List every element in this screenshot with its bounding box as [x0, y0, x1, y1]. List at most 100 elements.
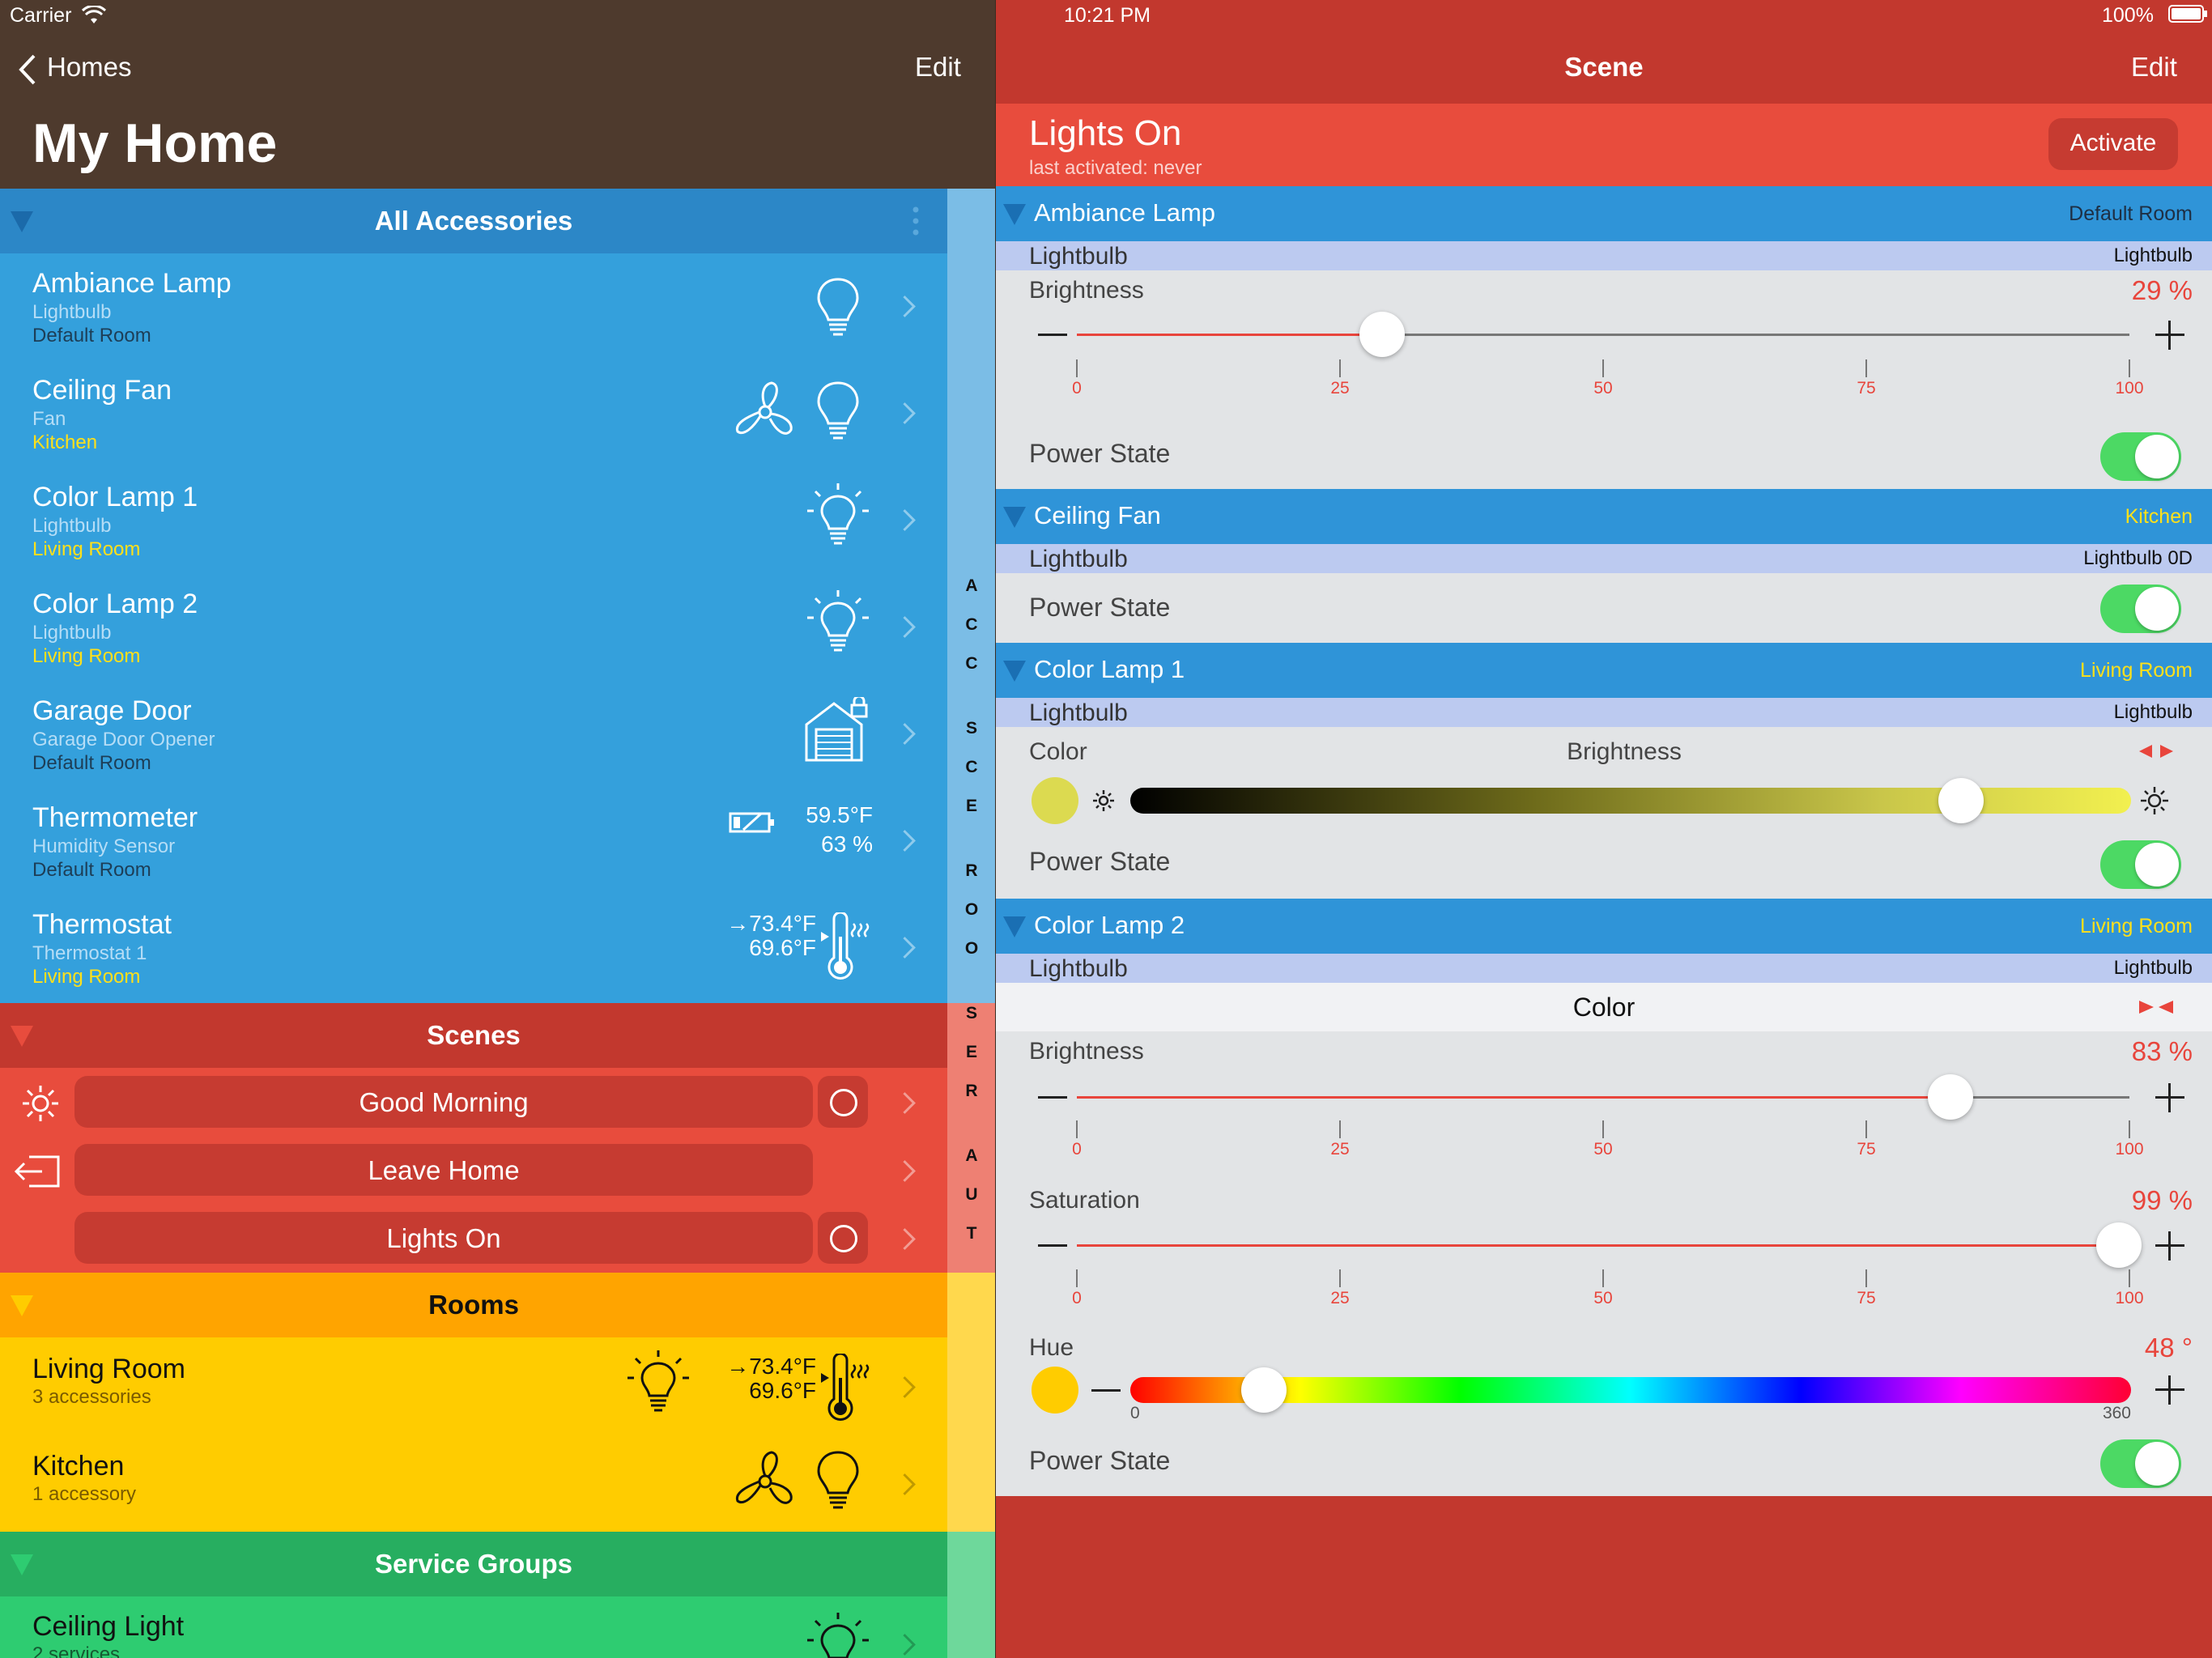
lightbulb-on-icon: [807, 590, 869, 652]
service-groups-header[interactable]: Service Groups: [0, 1532, 947, 1596]
slider-tick-label: 100: [2115, 379, 2144, 397]
decrease-button[interactable]: [1038, 1244, 1067, 1247]
accessory-row-color-lamp-2[interactable]: Color Lamp 2 Lightbulb Living Room: [0, 574, 947, 681]
expand-arrows-icon[interactable]: [2138, 743, 2175, 759]
sun-small-icon: [1093, 790, 1114, 811]
scenes-header-label: Scenes: [427, 1020, 521, 1050]
slider-tick: [1339, 1269, 1341, 1287]
accessory-row-thermostat[interactable]: Thermostat Thermostat 1 Living Room →73.…: [0, 895, 947, 1003]
accessory-row-color-lamp-1[interactable]: Color Lamp 1 Lightbulb Living Room: [0, 467, 947, 574]
decrease-button[interactable]: [1038, 334, 1067, 336]
service-header: Lightbulb Lightbulb: [996, 954, 2212, 983]
service-group-row-ceiling-light[interactable]: Ceiling Light 2 services: [0, 1596, 947, 1658]
power-toggle[interactable]: [2100, 840, 2181, 889]
slider-tick-label: 25: [1330, 1289, 1350, 1307]
clock-label: 10:21 PM: [1064, 4, 1151, 27]
accessory-row-thermometer[interactable]: Thermometer Humidity Sensor Default Room…: [0, 788, 947, 895]
accessory-row-ambiance-lamp[interactable]: Ambiance Lamp Lightbulb Default Room: [0, 253, 947, 360]
slider-tick-label: 50: [1593, 379, 1613, 397]
slider-tick-label: 75: [1857, 1140, 1876, 1158]
slider-tick-label: 100: [2115, 1140, 2144, 1158]
more-vertical-icon[interactable]: [912, 205, 920, 237]
wifi-icon: [81, 6, 107, 23]
color-mode-header[interactable]: Color: [996, 983, 2212, 1031]
carrier-label: Carrier: [10, 4, 72, 27]
hue-color-swatch[interactable]: [1032, 1367, 1078, 1414]
service-header: Lightbulb Lightbulb 0D: [996, 544, 2212, 573]
collapse-triangle-icon[interactable]: [1003, 507, 1026, 528]
chevron-right-icon: [894, 1228, 916, 1250]
increase-button[interactable]: [2155, 1083, 2184, 1112]
increase-button[interactable]: [2155, 1231, 2184, 1261]
chevron-right-icon: [894, 937, 916, 959]
slider-tick: [2129, 1269, 2130, 1287]
scene-button-lights-on[interactable]: Lights On: [74, 1212, 813, 1264]
service-header: Lightbulb Lightbulb: [996, 698, 2212, 727]
saturation-slider-knob[interactable]: [2096, 1222, 2142, 1268]
increase-button[interactable]: [2155, 321, 2184, 350]
color-lamp-2-panel: Brightness 83 % Saturation 99 % Hue 48 °…: [996, 1031, 2212, 1496]
scene-row-lights-on[interactable]: Lights On: [0, 1204, 947, 1273]
scene-button-leave-home[interactable]: Leave Home: [74, 1144, 813, 1196]
hue-slider-knob[interactable]: [1240, 1367, 1287, 1413]
thermostat-icon: [821, 1354, 870, 1421]
power-toggle[interactable]: [2100, 585, 2181, 633]
scene-activate-toggle[interactable]: [818, 1212, 868, 1264]
accessories-header[interactable]: All Accessories: [0, 189, 947, 253]
chevron-right-icon: [894, 509, 916, 531]
accessory-row-ceiling-fan[interactable]: Ceiling Fan Fan Kitchen: [0, 360, 947, 467]
lightbulb-icon: [817, 278, 859, 336]
chevron-right-icon: [894, 1160, 916, 1182]
brightness-slider-knob[interactable]: [1928, 1074, 1973, 1120]
scene-edit-button[interactable]: Edit: [2131, 52, 2177, 83]
slider-tick-label: 0: [1072, 1140, 1082, 1158]
collapse-triangle-icon[interactable]: [1003, 916, 1026, 937]
slider-tick: [2129, 1120, 2130, 1138]
slider-tick-label: 75: [1857, 379, 1876, 397]
slider-tick: [1602, 1120, 1604, 1138]
power-toggle[interactable]: [2100, 1439, 2181, 1488]
chevron-right-icon: [894, 1634, 916, 1656]
chevron-left-icon: [19, 54, 36, 85]
scene-accessory-header[interactable]: Ambiance Lamp Default Room: [996, 186, 2212, 241]
room-row-kitchen[interactable]: Kitchen 1 accessory: [0, 1435, 947, 1532]
leave-icon: [14, 1155, 60, 1188]
slider-tick-label: 50: [1593, 1289, 1613, 1307]
decrease-button[interactable]: [1038, 1096, 1067, 1099]
power-toggle[interactable]: [2100, 432, 2181, 481]
rooms-header[interactable]: Rooms: [0, 1273, 947, 1337]
scene-button-good-morning[interactable]: Good Morning: [74, 1076, 813, 1128]
slider-tick: [2129, 359, 2130, 377]
fan-icon: [735, 381, 793, 435]
slider-tick: [1602, 359, 1604, 377]
scenes-header[interactable]: Scenes: [0, 1003, 947, 1068]
ambiance-lamp-panel: Brightness 29 % Power State 0 25 50 75 100: [996, 270, 2212, 489]
brightness-slider-fill: [1077, 334, 1382, 336]
brightness-slider-knob[interactable]: [1359, 312, 1405, 357]
collapse-triangle-icon[interactable]: [1003, 204, 1026, 225]
service-groups-header-label: Service Groups: [375, 1549, 572, 1579]
collapse-arrows-icon[interactable]: [2138, 999, 2175, 1015]
scene-accessory-header[interactable]: Color Lamp 1 Living Room: [996, 643, 2212, 698]
brightness-value: 29 %: [2131, 275, 2193, 305]
chevron-right-icon: [894, 1473, 916, 1495]
scene-row-good-morning[interactable]: Good Morning: [0, 1068, 947, 1136]
scene-accessory-header[interactable]: Color Lamp 2 Living Room: [996, 899, 2212, 954]
scene-row-leave-home[interactable]: Leave Home: [0, 1136, 947, 1204]
color-brightness-knob[interactable]: [1938, 778, 1984, 823]
color-swatch[interactable]: [1032, 777, 1078, 824]
slider-tick-label: 0: [1072, 1289, 1082, 1307]
activate-button[interactable]: Activate: [2048, 118, 2178, 170]
slider-tick: [1339, 1120, 1341, 1138]
ceiling-fan-panel: Power State: [996, 573, 2212, 643]
collapse-triangle-icon[interactable]: [1003, 661, 1026, 682]
room-row-living-room[interactable]: Living Room 3 accessories →73.4°F 69.6°F: [0, 1337, 947, 1435]
increase-button[interactable]: [2155, 1375, 2184, 1405]
scene-accessory-header[interactable]: Ceiling Fan Kitchen: [996, 489, 2212, 544]
section-index[interactable]: A C C S C E R O O S E R A U T: [947, 0, 996, 1658]
chevron-right-icon: [894, 723, 916, 745]
chevron-right-icon: [894, 830, 916, 852]
scene-activate-toggle[interactable]: [818, 1076, 868, 1128]
accessory-row-garage-door[interactable]: Garage Door Garage Door Opener Default R…: [0, 681, 947, 788]
decrease-button[interactable]: [1091, 1389, 1121, 1392]
